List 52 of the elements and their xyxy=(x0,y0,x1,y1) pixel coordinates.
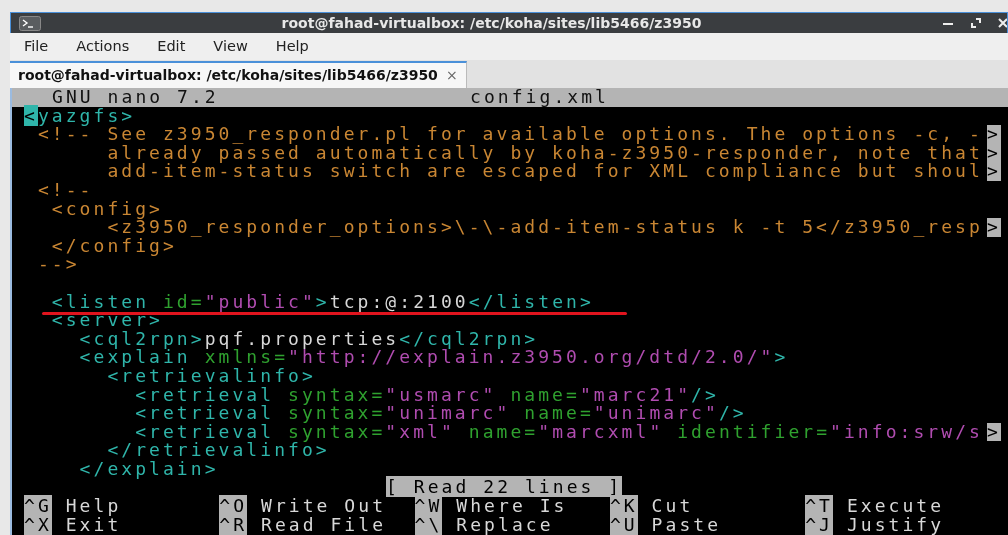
line-overflow-marker: > xyxy=(987,218,1001,237)
line-overflow-marker: > xyxy=(987,422,1001,442)
shortcut-key: ^\ xyxy=(414,513,443,535)
menu-item[interactable]: Help xyxy=(261,35,323,58)
shortcut-key: ^W xyxy=(414,495,443,517)
shortcut-key: ^J xyxy=(805,513,833,535)
shortcut-key: ^K xyxy=(609,495,638,517)
xml-tag: yazgfs> xyxy=(37,104,136,126)
attribute-value: "marc21" xyxy=(579,383,692,405)
text-content: pqf.properties xyxy=(204,327,400,349)
restore-icon[interactable] xyxy=(970,17,982,29)
menu-item[interactable]: Edit xyxy=(143,35,200,58)
xml-tag: </listen> xyxy=(468,290,594,312)
window-title: root@fahad-virtualbox: /etc/koha/sites/lib5466/z3950 xyxy=(280,13,703,33)
xml-tag: <listen xyxy=(24,290,150,312)
xml-tag: </cql2rpn> xyxy=(399,327,539,349)
text-content: tcp:@:2100 xyxy=(329,290,469,312)
terminal-icon xyxy=(19,15,41,31)
text-cursor: < xyxy=(24,104,38,126)
xml-comment: <config> xyxy=(50,197,163,219)
menu-item[interactable]: File xyxy=(10,35,63,58)
menu-item[interactable]: Actions xyxy=(62,35,144,58)
shortcut-label: Help xyxy=(64,495,122,517)
attribute-name: name= xyxy=(509,383,580,405)
shortcut-key: ^U xyxy=(609,513,638,535)
editor-version: GNU nano 7.2 xyxy=(52,88,219,107)
terminal-tab[interactable]: root@fahad-virtualbox: /etc/koha/sites/lib5466/z3950 xyxy=(18,65,438,86)
xml-tag: <retrieval xyxy=(24,383,275,405)
attribute-name: syntax= xyxy=(287,383,386,405)
shortcut-key: ^X xyxy=(24,513,52,535)
shortcut-key: ^G xyxy=(24,495,52,517)
xml-tag: </explain> xyxy=(24,457,219,479)
attribute-value: "usmarc" xyxy=(385,383,497,405)
xml-comment: </config> xyxy=(50,234,177,256)
xml-comment: <!-- xyxy=(36,178,94,200)
close-icon[interactable] xyxy=(998,17,1007,29)
xml-tag: > xyxy=(774,346,789,368)
xml-comment: --> xyxy=(36,253,80,275)
attribute-value: "info:srw/s xyxy=(830,420,983,442)
line-overflow-marker: > xyxy=(987,162,1001,181)
close-tab-icon[interactable]: × xyxy=(445,65,458,86)
xml-tag: > xyxy=(315,290,330,312)
shortcut-key: ^R xyxy=(219,513,248,535)
status-message: [ Read 22 lines ] xyxy=(386,476,623,498)
shortcut-key: ^O xyxy=(219,495,248,517)
file-name: config.xml xyxy=(470,88,609,107)
xml-tag: /> xyxy=(691,383,719,405)
attribute-name: id= xyxy=(161,290,205,312)
line-overflow-marker: > xyxy=(987,125,1001,144)
menu-item[interactable]: View xyxy=(199,35,262,58)
attribute-value: "public" xyxy=(204,290,316,312)
shortcut-key: ^T xyxy=(805,495,833,517)
